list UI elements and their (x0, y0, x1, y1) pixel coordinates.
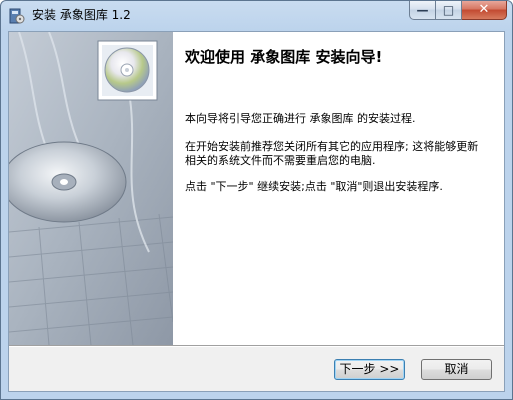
close-button[interactable]: ✕ (462, 1, 507, 20)
minimize-button[interactable]: — (409, 1, 436, 20)
welcome-panel: 欢迎使用 承象图库 安装向导! 本向导将引导您正确进行 承象图库 的安装过程. … (9, 32, 504, 345)
title-bar[interactable]: 安装 承象图库 1.2 — □ ✕ (1, 1, 512, 31)
intro-text: 本向导将引导您正确进行 承象图库 的安装过程. (185, 112, 416, 125)
installer-window: 安装 承象图库 1.2 — □ ✕ 欢迎使用 承象图库 安装向导! 本向导将引导… (0, 0, 513, 400)
instructions-text: 点击 "下一步" 继续安装;点击 "取消"则退出安装程序. (185, 180, 443, 193)
next-button[interactable]: 下一步 >> (334, 359, 405, 380)
dialog-client-area: 欢迎使用 承象图库 安装向导! 本向导将引导您正确进行 承象图库 的安装过程. … (8, 31, 505, 392)
cd-disc-banner (9, 32, 173, 345)
caption-buttons: — □ ✕ (409, 1, 507, 21)
minimize-icon: — (416, 3, 429, 17)
maximize-icon: □ (442, 3, 455, 17)
welcome-heading: 欢迎使用 承象图库 安装向导! (185, 48, 383, 66)
maximize-button[interactable]: □ (436, 1, 462, 20)
divider (9, 345, 504, 347)
cancel-button[interactable]: 取消 (421, 359, 492, 380)
window-title: 安装 承象图库 1.2 (32, 8, 131, 22)
installer-app-icon (9, 7, 25, 25)
close-icon: ✕ (478, 2, 490, 17)
close-apps-text: 在开始安装前推荐您关闭所有其它的应用程序; 这将能够更新相关的系统文件而不需要重… (185, 140, 479, 167)
